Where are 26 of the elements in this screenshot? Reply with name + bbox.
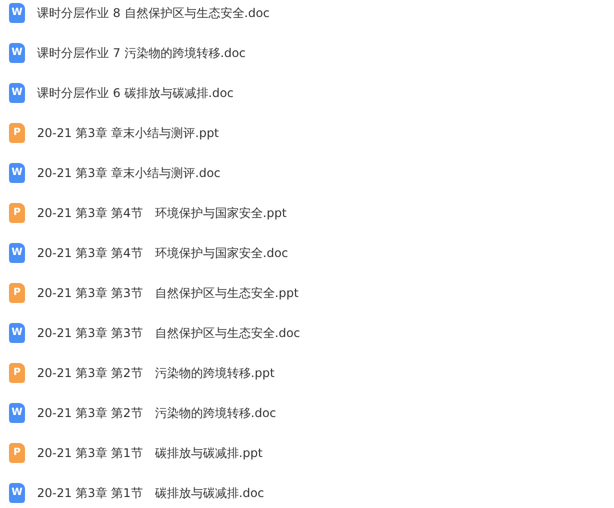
presentation-file-icon: P [9, 443, 25, 463]
document-file-icon: W [9, 163, 25, 183]
file-name[interactable]: 20-21 第3章 章末小结与测评.doc [37, 164, 221, 182]
file-name[interactable]: 20-21 第3章 第4节 环境保护与国家安全.doc [37, 244, 288, 262]
file-name[interactable]: 20-21 第3章 第2节 污染物的跨境转移.ppt [37, 364, 275, 382]
file-name[interactable]: 20-21 第3章 章末小结与测评.ppt [37, 124, 219, 142]
file-name[interactable]: 20-21 第3章 第1节 碳排放与碳减排.ppt [37, 444, 263, 462]
document-file-icon: W [9, 83, 25, 103]
file-name[interactable]: 20-21 第3章 第4节 环境保护与国家安全.ppt [37, 204, 287, 222]
document-file-icon: W [9, 403, 25, 423]
document-file-icon: W [9, 243, 25, 263]
presentation-file-icon: P [9, 123, 25, 143]
file-name[interactable]: 课时分层作业 6 碳排放与碳减排.doc [37, 84, 234, 102]
presentation-file-icon: P [9, 203, 25, 223]
file-name[interactable]: 课时分层作业 8 自然保护区与生态安全.doc [37, 4, 270, 22]
file-name[interactable]: 20-21 第3章 第3节 自然保护区与生态安全.doc [37, 324, 300, 342]
document-file-icon: W [9, 323, 25, 343]
document-file-icon: W [9, 483, 25, 503]
presentation-file-icon: P [9, 283, 25, 303]
file-name[interactable]: 20-21 第3章 第2节 污染物的跨境转移.doc [37, 404, 276, 422]
file-name[interactable]: 课时分层作业 7 污染物的跨境转移.doc [37, 44, 246, 62]
file-name[interactable]: 20-21 第3章 第1节 碳排放与碳减排.doc [37, 484, 264, 502]
presentation-file-icon: P [9, 363, 25, 383]
file-name[interactable]: 20-21 第3章 第3节 自然保护区与生态安全.ppt [37, 284, 299, 302]
document-file-icon: W [9, 43, 25, 63]
document-file-icon: W [9, 3, 25, 23]
